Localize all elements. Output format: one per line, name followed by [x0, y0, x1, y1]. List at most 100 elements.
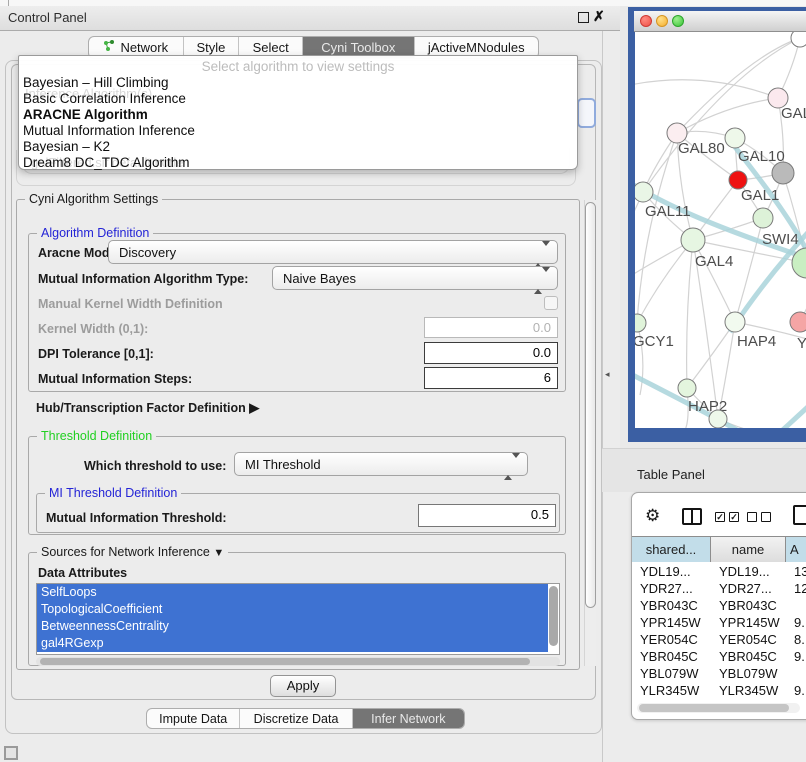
table-row[interactable]: YPR145WYPR145W9.: [632, 614, 806, 631]
list-horizontal-scrollbar[interactable]: [36, 657, 560, 666]
table-row[interactable]: YLR345WYLR345W9.: [632, 682, 806, 699]
table-row[interactable]: YBR043CYBR043C: [632, 597, 806, 614]
table-cell: YBR043C: [711, 597, 786, 614]
divider-collapse-icon[interactable]: ◂: [605, 369, 610, 380]
algorithm-option-mutual-information-inference[interactable]: Mutual Information Inference: [23, 123, 195, 138]
sources-toggle[interactable]: Sources for Network Inference ▼: [37, 545, 228, 559]
manual-kernel-label: Manual Kernel Width Definition: [38, 297, 223, 311]
network-node-gal10[interactable]: [725, 128, 745, 148]
mi-threshold-input[interactable]: 0.5: [418, 504, 556, 527]
table-row[interactable]: YER054CYER054C8.: [632, 631, 806, 648]
table-cell: YER054C: [711, 631, 786, 648]
apply-button[interactable]: Apply: [270, 675, 336, 697]
network-node-gal4[interactable]: [681, 228, 705, 252]
table-horizontal-scrollbar[interactable]: [637, 703, 800, 713]
mi-type-select[interactable]: Naive Bayes: [272, 266, 558, 290]
network-node[interactable]: [709, 410, 727, 428]
kernel-width-input[interactable]: 0.0: [424, 317, 558, 338]
algorithm-option-basic-correlation-inference[interactable]: Basic Correlation Inference: [23, 91, 186, 106]
close-icon[interactable]: ✗: [593, 8, 605, 25]
scrollbar-thumb[interactable]: [40, 658, 530, 665]
cyni-settings-title: Cyni Algorithm Settings: [25, 192, 162, 206]
table-cell: YDL19...: [711, 563, 786, 580]
minimize-traffic-light[interactable]: [656, 15, 668, 27]
network-edge[interactable]: [687, 322, 735, 388]
aracne-mode-value: Discovery: [119, 245, 176, 260]
dpi-tolerance-input[interactable]: 0.0: [424, 342, 558, 364]
column-header-shared[interactable]: shared...: [632, 537, 711, 562]
algorithm-option-dream8-dc-tdc-algorithm[interactable]: Dream8 DC_TDC Algorithm: [23, 155, 190, 170]
table-row[interactable]: YBR045CYBR045C9.: [632, 648, 806, 665]
scrollbar-thumb[interactable]: [639, 704, 789, 712]
which-threshold-value: MI Threshold: [245, 457, 321, 472]
table-row[interactable]: YBL079WYBL079W: [632, 665, 806, 682]
hub-definition-toggle[interactable]: Hub/Transcription Factor Definition ▶: [36, 400, 259, 416]
table-cell: YLR345W: [632, 682, 711, 699]
split-columns-icon[interactable]: [682, 508, 702, 525]
checked-boxes-icon[interactable]: ✓: [715, 512, 725, 522]
network-edge-highlighted[interactable]: [635, 182, 806, 260]
network-window-titlebar[interactable]: [634, 11, 806, 32]
table-cell: 12: [786, 580, 806, 597]
network-node-swi4[interactable]: [753, 208, 773, 228]
data-attributes-label: Data Attributes: [38, 566, 127, 580]
gear-icon[interactable]: ⚙: [645, 506, 660, 526]
network-node-gcy1[interactable]: [635, 314, 646, 332]
manual-kernel-checkbox[interactable]: [544, 296, 558, 310]
table-cell: YDR27...: [711, 580, 786, 597]
table-rows[interactable]: YDL19...YDL19...13YDR27...YDR27...12YBR0…: [632, 563, 806, 703]
mi-steps-input[interactable]: 6: [424, 367, 558, 389]
control-panel-titlebar: Control Panel: [0, 6, 620, 31]
attribute-item-topologicalcoefficient[interactable]: TopologicalCoefficient: [37, 601, 548, 618]
tab-label: Style: [197, 40, 226, 55]
network-edge[interactable]: [687, 240, 693, 388]
panel-divider[interactable]: [602, 31, 603, 762]
aracne-mode-select[interactable]: Discovery: [108, 240, 558, 264]
close-traffic-light[interactable]: [640, 15, 652, 27]
table-cell: YER054C: [632, 631, 711, 648]
tab-label: Network: [120, 40, 168, 55]
tab-infer-network[interactable]: Infer Network: [353, 709, 464, 728]
attribute-item-selfloops[interactable]: SelfLoops: [37, 584, 548, 601]
algorithm-option-bayesian-k2[interactable]: Bayesian – K2: [23, 139, 110, 154]
unchecked-boxes-icon[interactable]: [761, 512, 771, 522]
table-panel-titlebar: Table Panel: [602, 448, 806, 492]
float-window-icon[interactable]: [578, 12, 589, 23]
list-vertical-scrollbar[interactable]: [549, 586, 558, 646]
network-edge-highlighted[interactable]: [755, 402, 806, 428]
mi-type-value: Naive Bayes: [283, 271, 356, 286]
table-cell: YBL079W: [711, 665, 786, 682]
network-edge[interactable]: [637, 133, 677, 323]
network-node-gal11[interactable]: [635, 182, 653, 202]
network-node[interactable]: [772, 162, 794, 184]
mi-steps-label: Mutual Information Steps:: [38, 372, 192, 386]
network-node-hap2[interactable]: [678, 379, 696, 397]
zoom-traffic-light[interactable]: [672, 15, 684, 27]
network-canvas[interactable]: GAL7GAL80GAL10GAL1GAL11SWI4GAL4GCY1HAP4Y…: [635, 32, 806, 428]
table-cell: YDR27...: [632, 580, 711, 597]
unchecked-boxes-icon[interactable]: [747, 512, 757, 522]
settings-scrollbar[interactable]: [584, 200, 596, 666]
scrollbar-thumb[interactable]: [585, 202, 596, 608]
network-node[interactable]: [791, 32, 806, 47]
column-header-name[interactable]: name: [711, 537, 786, 562]
tab-impute-data[interactable]: Impute Data: [147, 709, 240, 728]
panel-grip-icon[interactable]: [4, 746, 18, 760]
network-node-y[interactable]: [790, 312, 806, 332]
attribute-item-betweennesscentrality[interactable]: BetweennessCentrality: [37, 618, 548, 635]
table-row[interactable]: YDL19...YDL19...13: [632, 563, 806, 580]
algorithm-option-bayesian-hill-climbing[interactable]: Bayesian – Hill Climbing: [23, 75, 169, 90]
column-header-partial[interactable]: A: [786, 537, 806, 562]
popup-placeholder: Select algorithm to view settings: [19, 59, 577, 74]
checked-boxes-icon[interactable]: ✓: [729, 512, 739, 522]
attribute-item-gal4rgexp[interactable]: gal4RGexp: [37, 635, 548, 652]
data-attributes-list[interactable]: SelfLoopsTopologicalCoefficientBetweenne…: [36, 583, 560, 655]
tab-discretize-data[interactable]: Discretize Data: [240, 709, 352, 728]
algorithm-select-popup: Select algorithm to view settings Infere…: [18, 55, 578, 170]
table-row[interactable]: YDR27...YDR27...12: [632, 580, 806, 597]
which-threshold-select[interactable]: MI Threshold: [234, 452, 528, 476]
network-node-hap4[interactable]: [725, 312, 745, 332]
algorithm-option-aracne-algorithm[interactable]: ARACNE Algorithm: [23, 107, 148, 122]
document-icon[interactable]: [793, 505, 806, 525]
network-edge[interactable]: [635, 80, 778, 98]
